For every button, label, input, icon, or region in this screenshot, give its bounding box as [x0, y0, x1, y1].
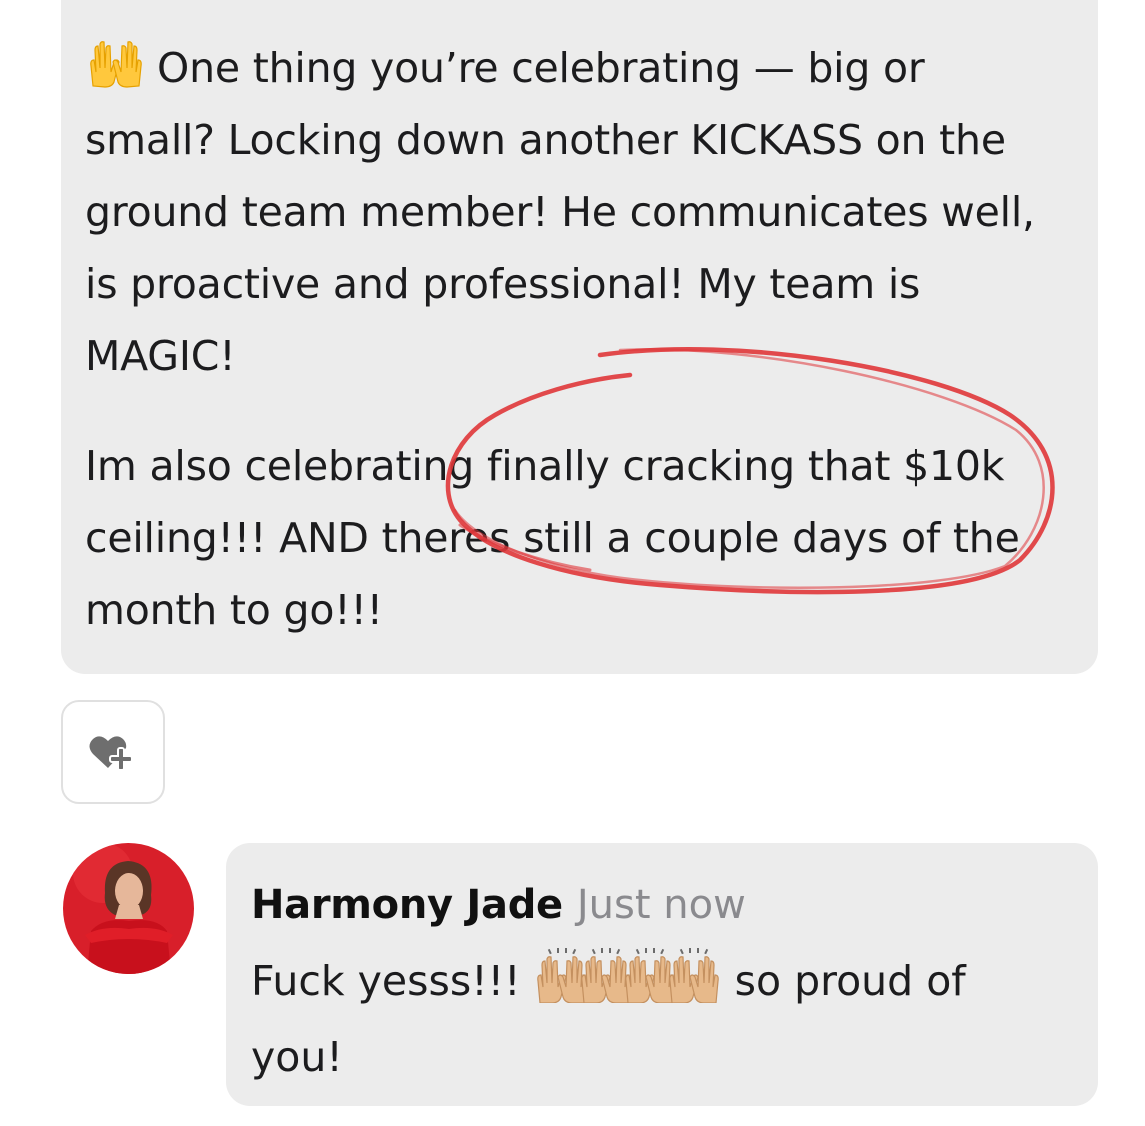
comment-header: Harmony Jade Just now: [251, 881, 1068, 929]
heart-plus-icon: [89, 736, 133, 771]
comment-bubble: Harmony Jade Just now Fuck yesss!!! so p…: [226, 843, 1098, 1106]
comment-text-start: Fuck yesss!!!: [251, 957, 521, 1005]
post-paragraph-2: Im also celebrating finally cracking tha…: [85, 442, 1020, 634]
add-reaction-button[interactable]: [61, 700, 165, 804]
comment-timestamp: Just now: [576, 882, 746, 928]
avatar[interactable]: [63, 843, 194, 974]
raising-hands-icon: [90, 41, 142, 88]
chat-thread: One thing you’re celebrating — big or sm…: [0, 0, 1145, 1126]
raising-hands-medium-light-skin-icon: [536, 947, 719, 1003]
post-bubble: One thing you’re celebrating — big or sm…: [61, 0, 1098, 674]
comment-text: Fuck yesss!!! so proud of you!: [251, 943, 1068, 1095]
avatar-image: [63, 843, 194, 974]
comment-author[interactable]: Harmony Jade: [251, 882, 563, 928]
post-paragraph-1: One thing you’re celebrating — big or sm…: [85, 32, 1058, 392]
